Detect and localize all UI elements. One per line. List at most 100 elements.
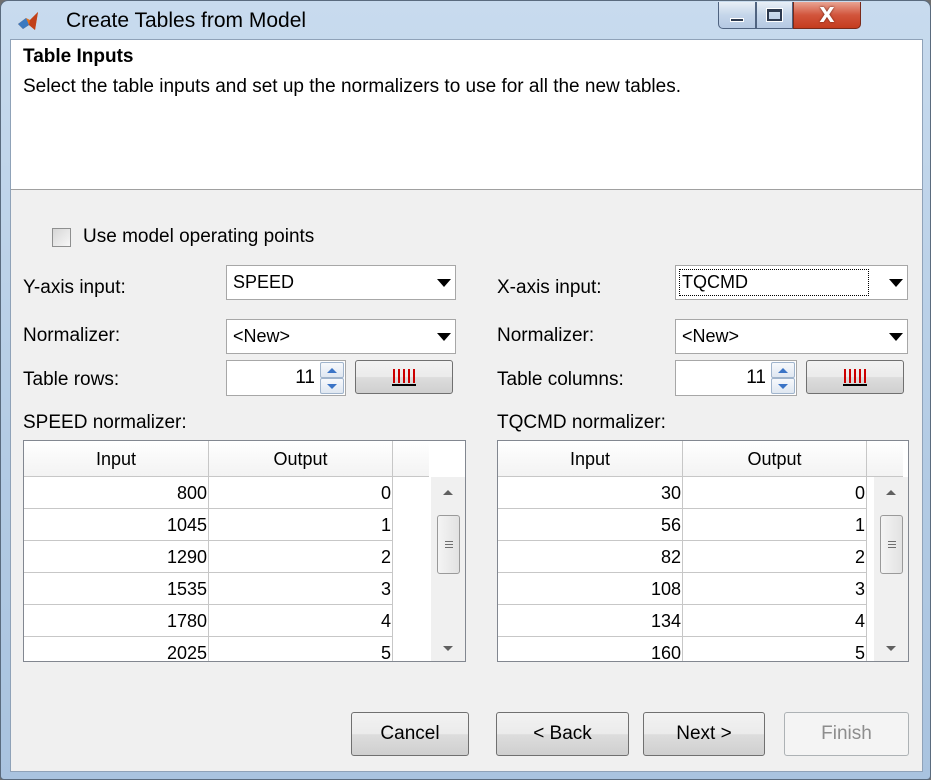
scroll-up-button[interactable]: [431, 477, 465, 507]
up-arrow-icon: [778, 367, 788, 373]
input-cell[interactable]: 1045: [24, 509, 209, 541]
input-cell[interactable]: 160: [498, 637, 683, 661]
next-button[interactable]: Next >: [643, 712, 765, 756]
x-normalizer-dropdown[interactable]: <New>: [675, 319, 908, 354]
chevron-down-icon: [889, 279, 903, 287]
down-arrow-icon: [443, 645, 453, 651]
matlab-icon: [18, 12, 38, 30]
use-model-operating-points-label: Use model operating points: [83, 226, 315, 247]
tqcmd-normalizer-label: TQCMD normalizer:: [497, 412, 666, 433]
output-cell[interactable]: 5: [209, 637, 393, 661]
table-row: 1535 3: [24, 573, 393, 605]
y-axis-input-label: Y-axis input:: [23, 277, 126, 298]
vertical-scrollbar[interactable]: [874, 477, 908, 661]
input-cell[interactable]: 1290: [24, 541, 209, 573]
up-arrow-icon: [327, 367, 337, 373]
scroll-down-button[interactable]: [874, 633, 908, 661]
table-row: 1290 2: [24, 541, 393, 573]
maximize-icon: [766, 8, 783, 22]
input-column-header[interactable]: Input: [24, 441, 209, 477]
table-row: 134 4: [498, 605, 867, 637]
input-cell[interactable]: 30: [498, 477, 683, 509]
tqcmd-normalizer-table: Input Output 30 0 56 1 82 2 108 3 134 4 …: [497, 440, 909, 662]
output-cell[interactable]: 4: [683, 605, 867, 637]
output-cell[interactable]: 2: [209, 541, 393, 573]
back-button[interactable]: < Back: [496, 712, 629, 756]
down-arrow-icon: [886, 645, 896, 651]
x-axis-input-dropdown[interactable]: TQCMD: [675, 265, 908, 300]
input-cell[interactable]: 1780: [24, 605, 209, 637]
input-cell[interactable]: 2025: [24, 637, 209, 661]
table-row: 800 0: [24, 477, 393, 509]
input-cell[interactable]: 134: [498, 605, 683, 637]
input-column-header[interactable]: Input: [498, 441, 683, 477]
window-title: Create Tables from Model: [66, 9, 307, 32]
table-row: 1780 4: [24, 605, 393, 637]
down-arrow-icon: [327, 383, 337, 389]
minimize-button[interactable]: [718, 2, 756, 29]
scroll-down-button[interactable]: [431, 633, 465, 661]
output-cell[interactable]: 1: [209, 509, 393, 541]
increment-button[interactable]: [320, 362, 344, 378]
x-axis-input-value: TQCMD: [679, 269, 869, 296]
table-columns-spinner[interactable]: 11: [675, 360, 797, 396]
finish-button[interactable]: Finish: [784, 712, 909, 756]
close-icon: X: [819, 3, 835, 27]
speed-normalizer-table: Input Output 800 0 1045 1 1290 2 1535 3 …: [23, 440, 466, 662]
breakpoint-spacing-icon: [843, 369, 867, 386]
y-normalizer-dropdown[interactable]: <New>: [226, 319, 456, 354]
use-model-operating-points-row[interactable]: Use model operating points: [52, 226, 314, 248]
increment-button[interactable]: [771, 362, 795, 378]
table-body: 800 0 1045 1 1290 2 1535 3 1780 4 2025 5: [24, 477, 393, 661]
vertical-scrollbar[interactable]: [431, 477, 465, 661]
table-columns-value: 11: [746, 367, 766, 388]
table-row: 56 1: [498, 509, 867, 541]
output-cell[interactable]: 5: [683, 637, 867, 661]
scrollbar-thumb[interactable]: [437, 515, 460, 574]
table-columns-label: Table columns:: [497, 369, 624, 390]
output-cell[interactable]: 1: [683, 509, 867, 541]
close-button[interactable]: X: [793, 2, 861, 29]
y-breakpoint-spacing-button[interactable]: [355, 360, 453, 394]
maximize-button[interactable]: [756, 2, 793, 29]
decrement-button[interactable]: [320, 378, 344, 394]
output-cell[interactable]: 4: [209, 605, 393, 637]
y-axis-input-dropdown[interactable]: SPEED: [226, 265, 456, 300]
cancel-button[interactable]: Cancel: [351, 712, 469, 756]
input-cell[interactable]: 108: [498, 573, 683, 605]
table-row: 82 2: [498, 541, 867, 573]
table-rows-spinner[interactable]: 11: [226, 360, 346, 396]
dialog-window: Create Tables from Model X Table Inputs …: [0, 0, 931, 780]
up-arrow-icon: [443, 489, 453, 495]
output-cell[interactable]: 0: [683, 477, 867, 509]
x-breakpoint-spacing-button[interactable]: [806, 360, 904, 394]
scrollbar-thumb[interactable]: [880, 515, 903, 574]
table-row: 108 3: [498, 573, 867, 605]
output-cell[interactable]: 2: [683, 541, 867, 573]
output-cell[interactable]: 3: [683, 573, 867, 605]
decrement-button[interactable]: [771, 378, 795, 394]
y-normalizer-label: Normalizer:: [23, 325, 121, 346]
title-bar[interactable]: Create Tables from Model X: [1, 1, 930, 39]
dialog-body: Table Inputs Select the table inputs and…: [10, 39, 923, 772]
x-normalizer-label: Normalizer:: [497, 325, 595, 346]
use-model-operating-points-checkbox[interactable]: [52, 227, 71, 247]
down-arrow-icon: [778, 383, 788, 389]
input-cell[interactable]: 82: [498, 541, 683, 573]
breakpoint-spacing-icon: [392, 369, 416, 386]
input-cell[interactable]: 56: [498, 509, 683, 541]
table-body: 30 0 56 1 82 2 108 3 134 4 160 5: [498, 477, 867, 661]
input-cell[interactable]: 800: [24, 477, 209, 509]
output-column-header[interactable]: Output: [209, 441, 393, 477]
x-normalizer-value: <New>: [682, 326, 740, 346]
output-cell[interactable]: 3: [209, 573, 393, 605]
scroll-up-button[interactable]: [874, 477, 908, 507]
table-row: 2025 5: [24, 637, 393, 661]
page-description: Select the table inputs and set up the n…: [23, 76, 681, 97]
output-cell[interactable]: 0: [209, 477, 393, 509]
output-column-header[interactable]: Output: [683, 441, 867, 477]
chevron-down-icon: [437, 333, 451, 341]
input-cell[interactable]: 1535: [24, 573, 209, 605]
chevron-down-icon: [437, 279, 451, 287]
chevron-down-icon: [889, 333, 903, 341]
